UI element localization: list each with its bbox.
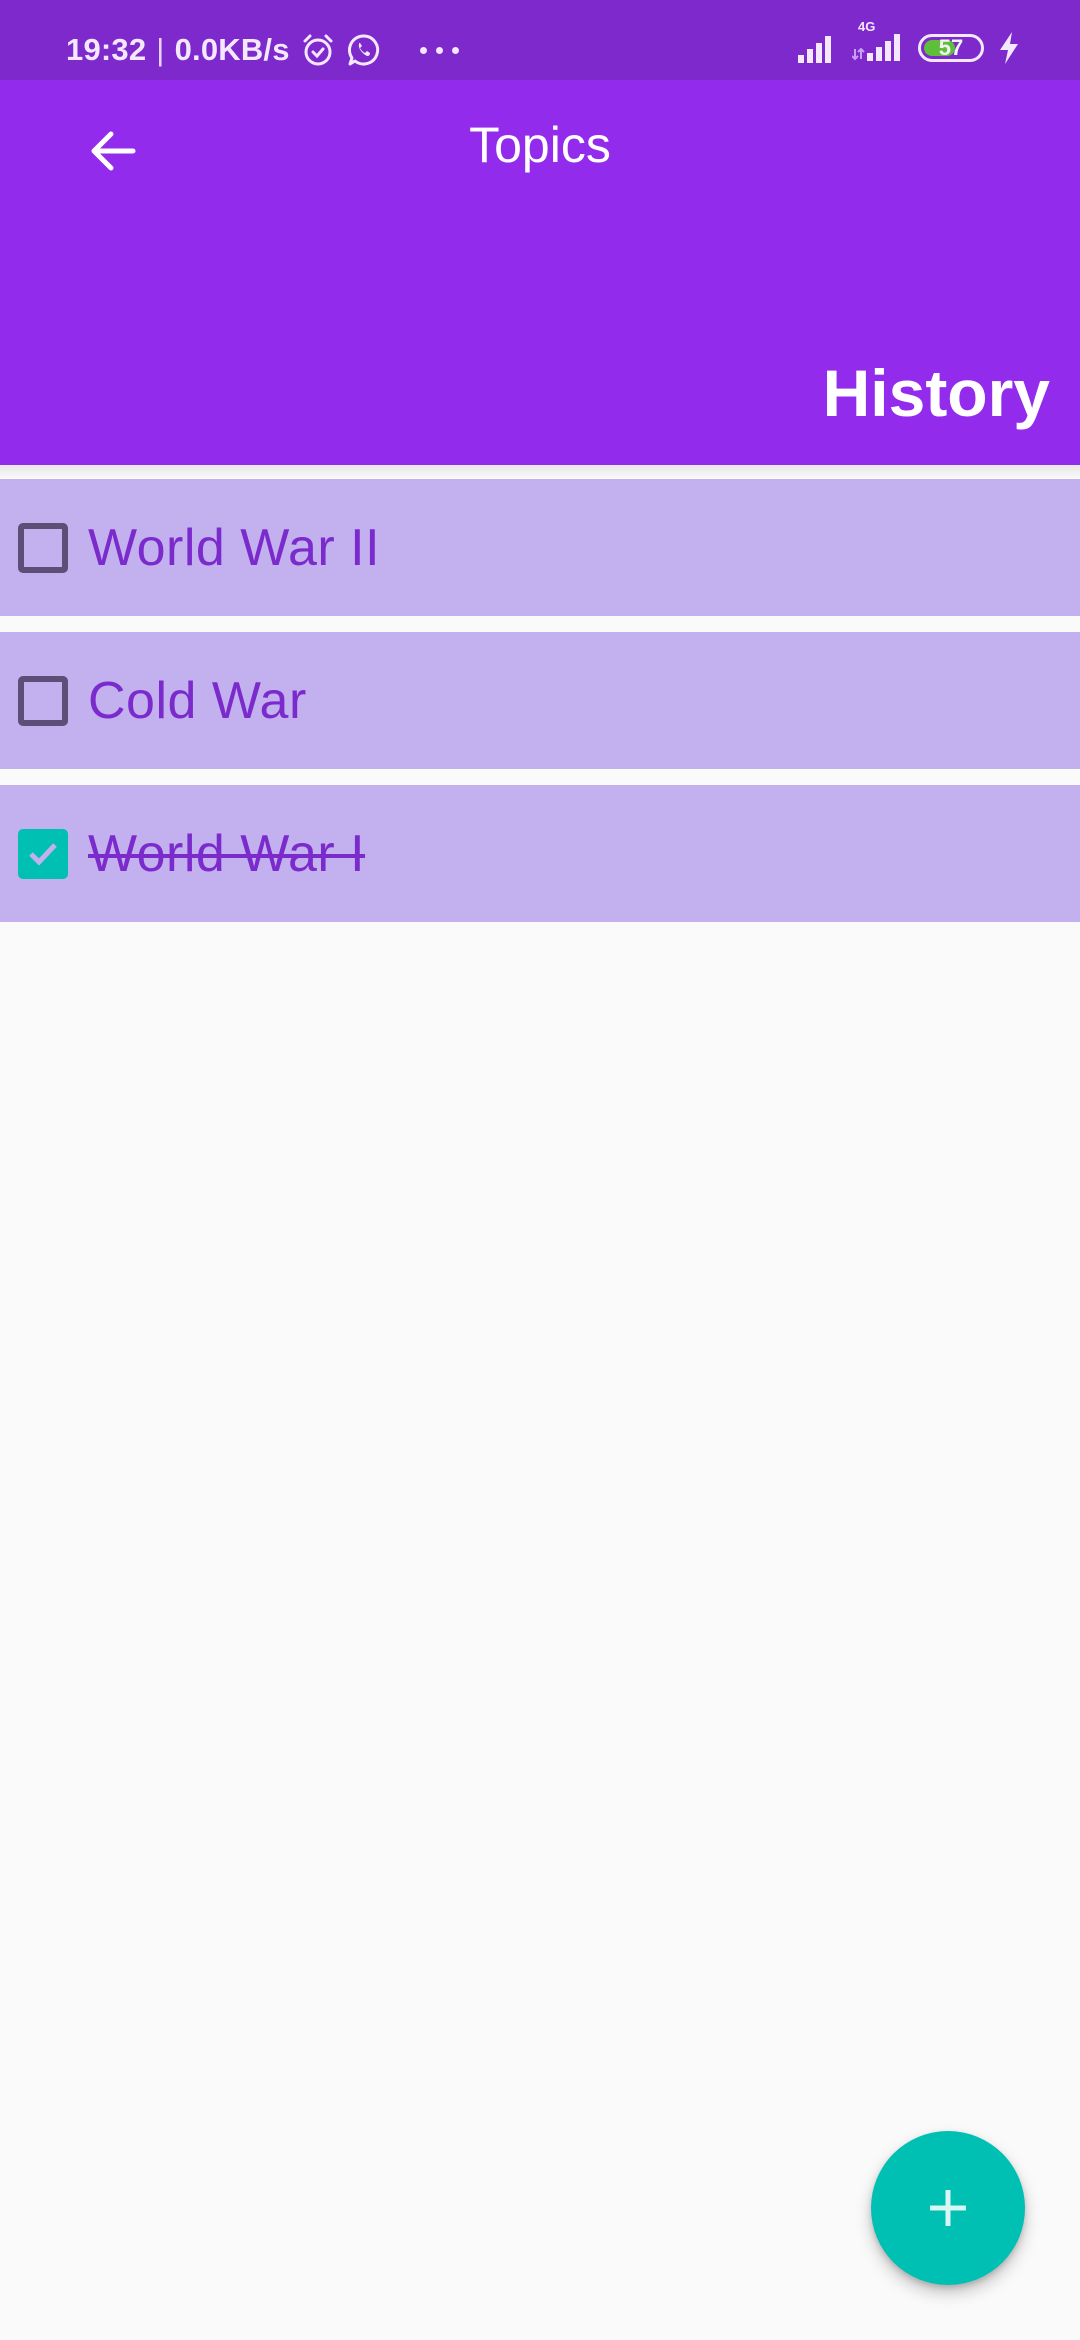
topic-label: World War II xyxy=(88,518,381,577)
4g-signal-icon: 4G xyxy=(851,19,904,66)
battery-icon: 57 xyxy=(918,34,984,62)
topic-label: Cold War xyxy=(88,671,307,730)
topic-list: World War II Cold War World War I xyxy=(0,479,1080,938)
add-topic-button[interactable] xyxy=(871,2131,1025,2285)
signal-icon xyxy=(798,33,838,63)
plus-icon xyxy=(930,2190,966,2226)
topic-item[interactable]: World War II xyxy=(0,479,1080,616)
topic-checkbox[interactable] xyxy=(18,522,68,573)
topic-label: World War I xyxy=(88,824,366,883)
network-speed: 0.0KB/s xyxy=(174,32,290,67)
app-header: Topics History xyxy=(0,80,1080,465)
whatsapp-icon xyxy=(346,32,382,68)
status-left: 19:32 | 0.0KB/s xyxy=(66,26,459,74)
more-dots-icon xyxy=(419,46,459,54)
topic-item[interactable]: World War I xyxy=(0,785,1080,922)
category-title: History xyxy=(822,356,1050,430)
page-title: Topics xyxy=(469,117,611,173)
charging-icon xyxy=(998,32,1020,64)
status-right: 4G 57 xyxy=(798,19,1020,68)
topic-checkbox-checked[interactable] xyxy=(18,828,68,879)
network-type: 4G xyxy=(858,18,876,34)
alarm-icon xyxy=(300,32,336,68)
topic-item[interactable]: Cold War xyxy=(0,632,1080,769)
battery-level: 57 xyxy=(938,35,964,60)
status-separator: | xyxy=(156,32,165,67)
header-shadow xyxy=(0,465,1080,479)
check-icon xyxy=(29,842,57,866)
status-bar: 19:32 | 0.0KB/s 4G 57 xyxy=(0,0,1080,80)
topic-checkbox[interactable] xyxy=(18,675,68,726)
status-time: 19:32 xyxy=(66,32,147,67)
